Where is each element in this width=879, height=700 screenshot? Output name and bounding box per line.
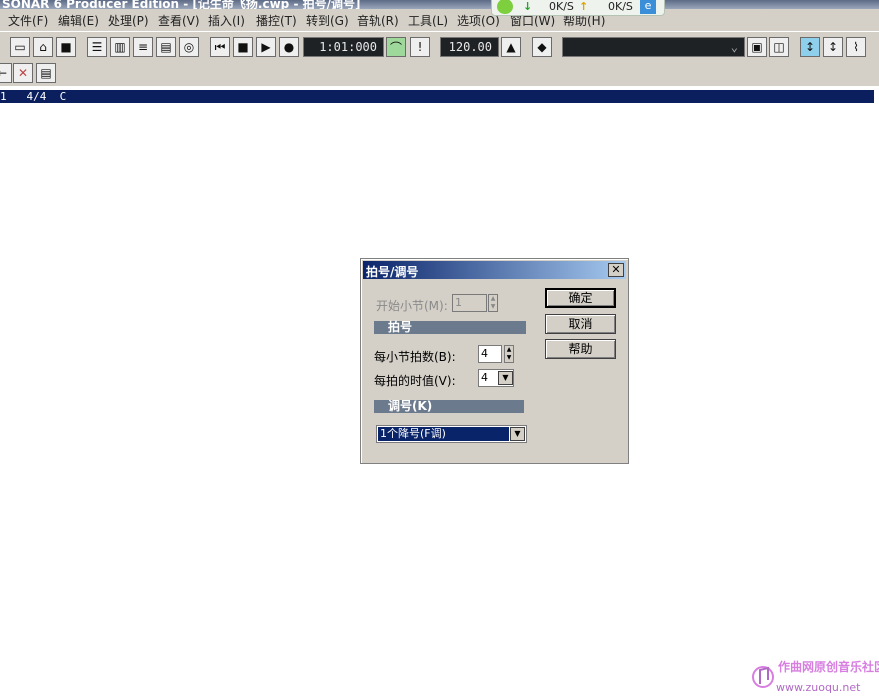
- start-measure-input: 1: [452, 294, 487, 312]
- beats-per-measure-spinner[interactable]: ▲ ▼: [504, 345, 514, 363]
- site-watermark: 作曲网原创音乐社区 www.zuoqu.net: [752, 656, 879, 696]
- secondary-toolbar: ← ✕ ▤: [0, 61, 879, 86]
- menu-tools[interactable]: 工具(L): [408, 12, 448, 29]
- staff-view-icon[interactable]: ▤: [156, 37, 176, 57]
- play-icon[interactable]: ▶: [256, 37, 276, 57]
- menu-file[interactable]: 文件(F): [8, 12, 48, 29]
- rewind-icon[interactable]: ⏮: [210, 37, 230, 57]
- window-cascade-icon[interactable]: ◫: [769, 37, 789, 57]
- save-icon[interactable]: ■: [56, 37, 76, 57]
- upload-arrow-icon: ↑: [579, 0, 589, 13]
- dialog-title: 拍号/调号: [366, 265, 419, 279]
- tempo-display[interactable]: 120.00: [440, 37, 499, 57]
- menu-bar: 文件(F) 编辑(E) 处理(P) 查看(V) 插入(I) 播控(T) 转到(G…: [0, 9, 879, 31]
- menu-transport[interactable]: 播控(T): [256, 12, 297, 29]
- select-tool-icon[interactable]: ↕: [800, 37, 820, 57]
- key-signature-select[interactable]: 1个降号(F调): [376, 425, 527, 443]
- cancel-button[interactable]: 取消: [545, 314, 616, 334]
- close-icon[interactable]: ✕: [608, 263, 624, 277]
- stop-icon[interactable]: ■: [233, 37, 253, 57]
- loop-explorer-icon[interactable]: ◎: [179, 37, 199, 57]
- network-monitor-icon: [497, 0, 513, 14]
- start-measure-label: 开始小节(M):: [376, 299, 448, 313]
- dialog-title-bar[interactable]: 拍号/调号 ✕: [363, 261, 626, 279]
- key-signature-selected: 1个降号(F调): [378, 427, 509, 441]
- meter-group-header: 拍号: [374, 321, 526, 334]
- title-bar: SONAR 6 Producer Edition - [记生命飞扬.cwp - …: [0, 0, 879, 9]
- meter-key-entry: 1 4/4 C: [0, 90, 67, 103]
- upload-speed: 0K/S: [608, 0, 633, 13]
- network-speed-widget: ↓ 0K/S ↑ 0K/S e: [491, 0, 665, 16]
- beat-value-label: 每拍的时值(V):: [374, 374, 456, 388]
- metronome-icon[interactable]: ⌒: [386, 37, 406, 57]
- tempo-tap-icon[interactable]: ▲: [501, 37, 521, 57]
- beats-per-measure-input[interactable]: 4: [478, 345, 502, 363]
- time-display[interactable]: 1:01:000: [303, 37, 384, 57]
- download-arrow-icon: ↓: [523, 0, 533, 13]
- browser-icon[interactable]: e: [640, 0, 656, 14]
- marker-icon[interactable]: ◆: [532, 37, 552, 57]
- menu-edit[interactable]: 编辑(E): [58, 12, 99, 29]
- menu-process[interactable]: 处理(P): [108, 12, 149, 29]
- key-group-header: 调号(K): [374, 400, 524, 413]
- start-measure-spinner: ▲ ▼: [488, 294, 498, 312]
- console-view-icon[interactable]: ≡: [133, 37, 153, 57]
- menu-track[interactable]: 音轨(R): [357, 12, 399, 29]
- chevron-down-icon[interactable]: ▼: [498, 371, 513, 385]
- beat-value-selected: 4: [481, 371, 488, 384]
- track-view-icon[interactable]: ☰: [87, 37, 107, 57]
- chevron-down-icon[interactable]: ▼: [510, 427, 525, 441]
- main-toolbar: ▭ ⌂ ■ ☰ ▥ ≡ ▤ ◎ ⏮ ■ ▶ ● 1:01:000 ⌒ ! 120…: [0, 31, 879, 62]
- ok-button[interactable]: 确定: [545, 288, 616, 308]
- record-icon[interactable]: ●: [279, 37, 299, 57]
- meter-key-dialog: 拍号/调号 ✕ 开始小节(M): 1 ▲ ▼ 拍号 每小节拍数(B): 4 ▲ ▼ …: [360, 258, 629, 464]
- track-selector-dropdown[interactable]: ⌄: [562, 37, 745, 57]
- delete-icon[interactable]: ✕: [13, 63, 33, 83]
- beats-per-measure-label: 每小节拍数(B):: [374, 350, 456, 364]
- back-arrow-icon[interactable]: ←: [0, 63, 12, 83]
- window-title: SONAR 6 Producer Edition - [记生命飞扬.cwp - …: [2, 0, 361, 9]
- menu-insert[interactable]: 插入(I): [208, 12, 245, 29]
- draw-tool-icon[interactable]: ⌇: [846, 37, 866, 57]
- alert-icon[interactable]: !: [410, 37, 430, 57]
- new-file-icon[interactable]: ▭: [10, 37, 30, 57]
- help-button[interactable]: 帮助: [545, 339, 616, 359]
- window-tile-icon[interactable]: ▣: [747, 37, 767, 57]
- watermark-name: 作曲网原创音乐社区: [778, 660, 879, 674]
- watermark-url: www.zuoqu.net: [776, 681, 861, 694]
- meter-key-list-row[interactable]: 1 4/4 C: [0, 90, 874, 103]
- open-folder-icon[interactable]: ⌂: [33, 37, 53, 57]
- music-note-logo-icon: [752, 666, 774, 688]
- menu-goto[interactable]: 转到(G): [306, 12, 349, 29]
- edit-tool-icon[interactable]: ↕: [823, 37, 843, 57]
- list-view-icon[interactable]: ▤: [36, 63, 56, 83]
- menu-view[interactable]: 查看(V): [158, 12, 200, 29]
- piano-roll-icon[interactable]: ▥: [110, 37, 130, 57]
- download-speed: 0K/S: [549, 0, 574, 13]
